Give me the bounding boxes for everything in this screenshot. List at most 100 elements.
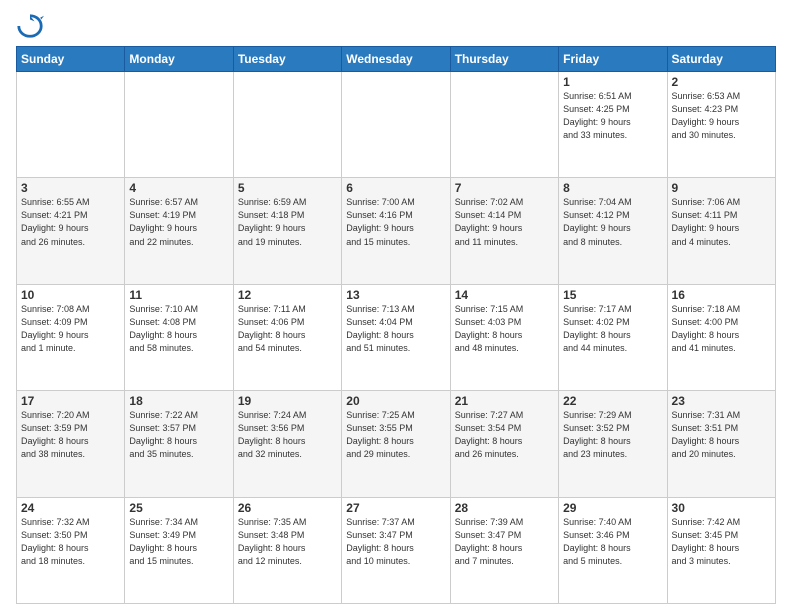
day-number: 17 xyxy=(21,394,120,408)
week-row-2: 3Sunrise: 6:55 AM Sunset: 4:21 PM Daylig… xyxy=(17,178,776,284)
day-info: Sunrise: 7:42 AM Sunset: 3:45 PM Dayligh… xyxy=(672,516,771,568)
calendar-cell: 11Sunrise: 7:10 AM Sunset: 4:08 PM Dayli… xyxy=(125,284,233,390)
day-number: 28 xyxy=(455,501,554,515)
col-header-monday: Monday xyxy=(125,47,233,72)
calendar-cell: 15Sunrise: 7:17 AM Sunset: 4:02 PM Dayli… xyxy=(559,284,667,390)
day-info: Sunrise: 7:39 AM Sunset: 3:47 PM Dayligh… xyxy=(455,516,554,568)
day-number: 29 xyxy=(563,501,662,515)
calendar-cell xyxy=(450,72,558,178)
calendar-cell xyxy=(125,72,233,178)
day-number: 9 xyxy=(672,181,771,195)
calendar-cell: 29Sunrise: 7:40 AM Sunset: 3:46 PM Dayli… xyxy=(559,497,667,603)
logo xyxy=(16,12,48,40)
calendar-cell xyxy=(233,72,341,178)
day-info: Sunrise: 6:59 AM Sunset: 4:18 PM Dayligh… xyxy=(238,196,337,248)
day-number: 1 xyxy=(563,75,662,89)
day-number: 10 xyxy=(21,288,120,302)
day-info: Sunrise: 7:25 AM Sunset: 3:55 PM Dayligh… xyxy=(346,409,445,461)
calendar-cell: 19Sunrise: 7:24 AM Sunset: 3:56 PM Dayli… xyxy=(233,391,341,497)
day-number: 30 xyxy=(672,501,771,515)
day-info: Sunrise: 7:00 AM Sunset: 4:16 PM Dayligh… xyxy=(346,196,445,248)
calendar-cell: 6Sunrise: 7:00 AM Sunset: 4:16 PM Daylig… xyxy=(342,178,450,284)
calendar-cell: 3Sunrise: 6:55 AM Sunset: 4:21 PM Daylig… xyxy=(17,178,125,284)
calendar-cell: 23Sunrise: 7:31 AM Sunset: 3:51 PM Dayli… xyxy=(667,391,775,497)
day-number: 22 xyxy=(563,394,662,408)
week-row-3: 10Sunrise: 7:08 AM Sunset: 4:09 PM Dayli… xyxy=(17,284,776,390)
calendar-table: SundayMondayTuesdayWednesdayThursdayFrid… xyxy=(16,46,776,604)
col-header-wednesday: Wednesday xyxy=(342,47,450,72)
logo-icon xyxy=(16,12,44,40)
day-number: 20 xyxy=(346,394,445,408)
calendar-cell: 4Sunrise: 6:57 AM Sunset: 4:19 PM Daylig… xyxy=(125,178,233,284)
day-info: Sunrise: 6:55 AM Sunset: 4:21 PM Dayligh… xyxy=(21,196,120,248)
day-info: Sunrise: 7:13 AM Sunset: 4:04 PM Dayligh… xyxy=(346,303,445,355)
calendar-cell: 16Sunrise: 7:18 AM Sunset: 4:00 PM Dayli… xyxy=(667,284,775,390)
calendar-cell: 17Sunrise: 7:20 AM Sunset: 3:59 PM Dayli… xyxy=(17,391,125,497)
day-number: 18 xyxy=(129,394,228,408)
day-number: 8 xyxy=(563,181,662,195)
header-row: SundayMondayTuesdayWednesdayThursdayFrid… xyxy=(17,47,776,72)
day-info: Sunrise: 7:31 AM Sunset: 3:51 PM Dayligh… xyxy=(672,409,771,461)
calendar-cell: 5Sunrise: 6:59 AM Sunset: 4:18 PM Daylig… xyxy=(233,178,341,284)
day-number: 24 xyxy=(21,501,120,515)
day-info: Sunrise: 7:35 AM Sunset: 3:48 PM Dayligh… xyxy=(238,516,337,568)
day-number: 13 xyxy=(346,288,445,302)
day-number: 12 xyxy=(238,288,337,302)
day-info: Sunrise: 7:10 AM Sunset: 4:08 PM Dayligh… xyxy=(129,303,228,355)
calendar-cell xyxy=(342,72,450,178)
calendar-cell: 14Sunrise: 7:15 AM Sunset: 4:03 PM Dayli… xyxy=(450,284,558,390)
day-info: Sunrise: 7:37 AM Sunset: 3:47 PM Dayligh… xyxy=(346,516,445,568)
day-number: 21 xyxy=(455,394,554,408)
day-info: Sunrise: 7:27 AM Sunset: 3:54 PM Dayligh… xyxy=(455,409,554,461)
day-number: 15 xyxy=(563,288,662,302)
day-number: 6 xyxy=(346,181,445,195)
day-info: Sunrise: 7:24 AM Sunset: 3:56 PM Dayligh… xyxy=(238,409,337,461)
day-info: Sunrise: 7:20 AM Sunset: 3:59 PM Dayligh… xyxy=(21,409,120,461)
day-info: Sunrise: 7:04 AM Sunset: 4:12 PM Dayligh… xyxy=(563,196,662,248)
calendar-cell: 9Sunrise: 7:06 AM Sunset: 4:11 PM Daylig… xyxy=(667,178,775,284)
calendar-cell: 20Sunrise: 7:25 AM Sunset: 3:55 PM Dayli… xyxy=(342,391,450,497)
calendar-cell: 13Sunrise: 7:13 AM Sunset: 4:04 PM Dayli… xyxy=(342,284,450,390)
calendar-cell: 21Sunrise: 7:27 AM Sunset: 3:54 PM Dayli… xyxy=(450,391,558,497)
day-info: Sunrise: 6:51 AM Sunset: 4:25 PM Dayligh… xyxy=(563,90,662,142)
day-info: Sunrise: 7:08 AM Sunset: 4:09 PM Dayligh… xyxy=(21,303,120,355)
calendar-cell: 10Sunrise: 7:08 AM Sunset: 4:09 PM Dayli… xyxy=(17,284,125,390)
week-row-5: 24Sunrise: 7:32 AM Sunset: 3:50 PM Dayli… xyxy=(17,497,776,603)
calendar-cell: 27Sunrise: 7:37 AM Sunset: 3:47 PM Dayli… xyxy=(342,497,450,603)
day-number: 23 xyxy=(672,394,771,408)
calendar-cell: 24Sunrise: 7:32 AM Sunset: 3:50 PM Dayli… xyxy=(17,497,125,603)
day-number: 4 xyxy=(129,181,228,195)
day-info: Sunrise: 7:06 AM Sunset: 4:11 PM Dayligh… xyxy=(672,196,771,248)
week-row-1: 1Sunrise: 6:51 AM Sunset: 4:25 PM Daylig… xyxy=(17,72,776,178)
day-number: 3 xyxy=(21,181,120,195)
calendar-cell: 8Sunrise: 7:04 AM Sunset: 4:12 PM Daylig… xyxy=(559,178,667,284)
day-number: 26 xyxy=(238,501,337,515)
day-number: 2 xyxy=(672,75,771,89)
day-number: 14 xyxy=(455,288,554,302)
calendar-cell xyxy=(17,72,125,178)
day-info: Sunrise: 7:11 AM Sunset: 4:06 PM Dayligh… xyxy=(238,303,337,355)
day-info: Sunrise: 7:29 AM Sunset: 3:52 PM Dayligh… xyxy=(563,409,662,461)
calendar-cell: 7Sunrise: 7:02 AM Sunset: 4:14 PM Daylig… xyxy=(450,178,558,284)
calendar-cell: 28Sunrise: 7:39 AM Sunset: 3:47 PM Dayli… xyxy=(450,497,558,603)
week-row-4: 17Sunrise: 7:20 AM Sunset: 3:59 PM Dayli… xyxy=(17,391,776,497)
day-info: Sunrise: 6:53 AM Sunset: 4:23 PM Dayligh… xyxy=(672,90,771,142)
day-info: Sunrise: 7:15 AM Sunset: 4:03 PM Dayligh… xyxy=(455,303,554,355)
day-number: 7 xyxy=(455,181,554,195)
header xyxy=(16,12,776,40)
col-header-thursday: Thursday xyxy=(450,47,558,72)
day-info: Sunrise: 6:57 AM Sunset: 4:19 PM Dayligh… xyxy=(129,196,228,248)
day-number: 25 xyxy=(129,501,228,515)
day-info: Sunrise: 7:40 AM Sunset: 3:46 PM Dayligh… xyxy=(563,516,662,568)
col-header-tuesday: Tuesday xyxy=(233,47,341,72)
day-info: Sunrise: 7:34 AM Sunset: 3:49 PM Dayligh… xyxy=(129,516,228,568)
day-info: Sunrise: 7:18 AM Sunset: 4:00 PM Dayligh… xyxy=(672,303,771,355)
calendar-cell: 2Sunrise: 6:53 AM Sunset: 4:23 PM Daylig… xyxy=(667,72,775,178)
day-number: 11 xyxy=(129,288,228,302)
calendar-cell: 18Sunrise: 7:22 AM Sunset: 3:57 PM Dayli… xyxy=(125,391,233,497)
calendar-cell: 30Sunrise: 7:42 AM Sunset: 3:45 PM Dayli… xyxy=(667,497,775,603)
day-number: 16 xyxy=(672,288,771,302)
calendar-cell: 12Sunrise: 7:11 AM Sunset: 4:06 PM Dayli… xyxy=(233,284,341,390)
day-info: Sunrise: 7:02 AM Sunset: 4:14 PM Dayligh… xyxy=(455,196,554,248)
day-number: 19 xyxy=(238,394,337,408)
